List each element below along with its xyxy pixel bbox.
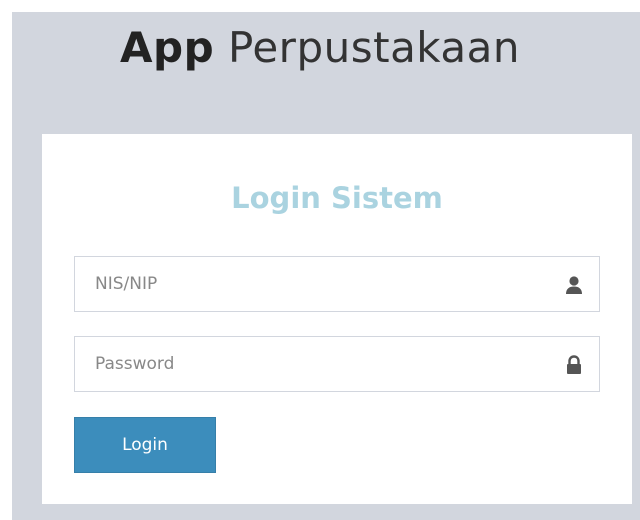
login-button[interactable]: Login (74, 417, 216, 473)
username-input[interactable] (75, 257, 599, 311)
password-input[interactable] (75, 337, 599, 391)
login-title: Login Sistem (231, 181, 443, 215)
password-field (74, 336, 600, 392)
lock-icon (565, 355, 583, 375)
app-logo: App Perpustakaan (0, 22, 640, 74)
user-icon (565, 275, 583, 295)
logo-light-text: Perpustakaan (228, 23, 520, 72)
login-box: Login Sistem Login (42, 134, 632, 504)
username-field (74, 256, 600, 312)
logo-bold-text: App (120, 23, 215, 72)
